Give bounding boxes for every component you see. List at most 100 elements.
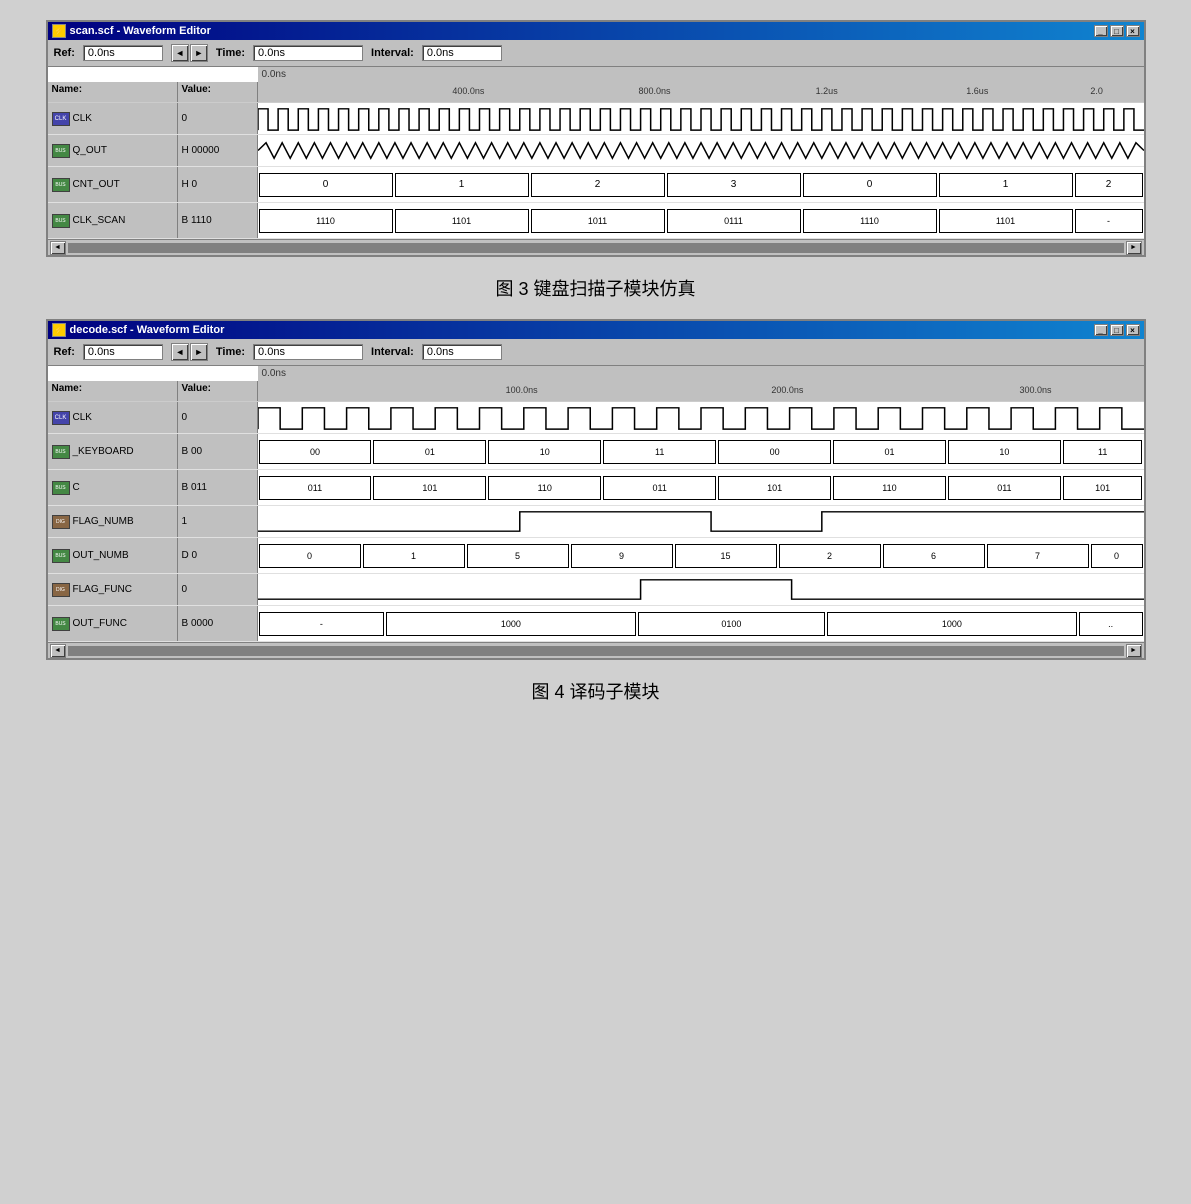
list-item: 0 bbox=[1091, 544, 1143, 568]
outnumb-name: BUS OUT_NUMB bbox=[48, 538, 178, 573]
minimize-btn-2[interactable]: _ bbox=[1094, 324, 1108, 336]
list-item: .. bbox=[1079, 612, 1143, 636]
outnumb-icon: BUS bbox=[52, 549, 70, 563]
interval-label-1: Interval: bbox=[371, 47, 414, 59]
flagnumb-icon: DIG bbox=[52, 515, 70, 529]
list-item: - bbox=[1075, 209, 1143, 233]
list-item: 3 bbox=[667, 173, 801, 197]
list-item: 1011 bbox=[531, 209, 665, 233]
title-controls-1: _ □ × bbox=[1094, 25, 1140, 37]
interval-input-2[interactable] bbox=[422, 344, 502, 360]
cntout-waveform: 0 1 2 3 0 1 2 bbox=[258, 167, 1144, 202]
maximize-btn-2[interactable]: □ bbox=[1110, 324, 1124, 336]
marker-2us: 2.0 bbox=[1090, 86, 1103, 96]
clkscan-icon: BUS bbox=[52, 214, 70, 228]
signal-rows-1: CLK CLK 0 BUS Q_OUT bbox=[48, 103, 1144, 239]
prev-btn-2[interactable]: ◄ bbox=[171, 343, 189, 361]
close-btn-1[interactable]: × bbox=[1126, 25, 1140, 37]
name-col-header-2: Name: bbox=[48, 381, 178, 401]
outnumb-value: D 0 bbox=[178, 538, 258, 573]
table-row: BUS _KEYBOARD B 00 00 01 10 11 00 01 10 bbox=[48, 434, 1144, 470]
flagfunc-name: DIG FLAG_FUNC bbox=[48, 574, 178, 605]
app-icon-2: ⚡ bbox=[52, 323, 66, 337]
clkscan-waveform: 1110 1101 1011 0111 1110 1101 - bbox=[258, 203, 1144, 238]
scroll-left-btn-1[interactable]: ◄ bbox=[50, 241, 66, 255]
flagnumb-svg bbox=[258, 506, 1144, 537]
ref-label-2: Ref: bbox=[54, 346, 75, 358]
clk-svg bbox=[258, 103, 1144, 134]
clk2-value: 0 bbox=[178, 402, 258, 433]
keyboard-waveform: 00 01 10 11 00 01 10 11 bbox=[258, 434, 1144, 469]
list-item: 2 bbox=[1075, 173, 1143, 197]
list-item: 10 bbox=[488, 440, 601, 464]
cursor-time-1: 0.0ns bbox=[258, 67, 1144, 82]
window1-title: scan.scf - Waveform Editor bbox=[70, 25, 211, 37]
prev-btn-1[interactable]: ◄ bbox=[171, 44, 189, 62]
title-controls-2: _ □ × bbox=[1094, 324, 1140, 336]
clk2-svg bbox=[258, 402, 1144, 433]
title-bar-2: ⚡ decode.scf - Waveform Editor _ □ × bbox=[48, 321, 1144, 339]
app-icon-1: ⚡ bbox=[52, 24, 66, 38]
timeline-markers-2: 100.0ns 200.0ns 300.0ns bbox=[258, 381, 1144, 401]
list-item: 1 bbox=[939, 173, 1073, 197]
list-item: 0 bbox=[259, 544, 361, 568]
scroll-left-btn-2[interactable]: ◄ bbox=[50, 644, 66, 658]
scroll-right-btn-1[interactable]: ► bbox=[1126, 241, 1142, 255]
scrollbar-2: ◄ ► bbox=[48, 642, 1144, 658]
minimize-btn-1[interactable]: _ bbox=[1094, 25, 1108, 37]
marker-100ns: 100.0ns bbox=[506, 385, 538, 395]
clk2-name: CLK CLK bbox=[48, 402, 178, 433]
c-name: BUS C bbox=[48, 470, 178, 505]
list-item: 15 bbox=[675, 544, 777, 568]
flagnumb-value: 1 bbox=[178, 506, 258, 537]
flagfunc-waveform bbox=[258, 574, 1144, 605]
name-col-header-1: Name: bbox=[48, 82, 178, 102]
scroll-track-1[interactable] bbox=[68, 243, 1124, 253]
waveform-area-1: 0.0ns Name: Value: 400.0ns 800.0ns 1.2us… bbox=[48, 67, 1144, 255]
list-item: 7 bbox=[987, 544, 1089, 568]
clk2-waveform bbox=[258, 402, 1144, 433]
outfunc-value: B 0000 bbox=[178, 606, 258, 641]
clkscan-value: B 1110 bbox=[178, 203, 258, 238]
list-item: 011 bbox=[603, 476, 716, 500]
keyboard-value: B 00 bbox=[178, 434, 258, 469]
marker-200ns: 200.0ns bbox=[771, 385, 803, 395]
next-btn-1[interactable]: ► bbox=[190, 44, 208, 62]
list-item: 0111 bbox=[667, 209, 801, 233]
outfunc-name: BUS OUT_FUNC bbox=[48, 606, 178, 641]
close-btn-2[interactable]: × bbox=[1126, 324, 1140, 336]
qout-value: H 00000 bbox=[178, 135, 258, 166]
list-item: 1110 bbox=[803, 209, 937, 233]
qout-icon: BUS bbox=[52, 144, 70, 158]
next-btn-2[interactable]: ► bbox=[190, 343, 208, 361]
list-item: 1 bbox=[395, 173, 529, 197]
timeline-markers-1: 400.0ns 800.0ns 1.2us 1.6us 2.0 bbox=[258, 82, 1144, 102]
ref-input-2[interactable] bbox=[83, 344, 163, 360]
maximize-btn-1[interactable]: □ bbox=[1110, 25, 1124, 37]
scroll-right-btn-2[interactable]: ► bbox=[1126, 644, 1142, 658]
table-row: BUS OUT_NUMB D 0 0 1 5 9 15 2 6 bbox=[48, 538, 1144, 574]
list-item: 11 bbox=[1063, 440, 1143, 464]
list-item: 011 bbox=[259, 476, 372, 500]
marker-800ns: 800.0ns bbox=[638, 86, 670, 96]
outnumb-waveform: 0 1 5 9 15 2 6 7 0 bbox=[258, 538, 1144, 573]
clkscan-bus: 1110 1101 1011 0111 1110 1101 - bbox=[258, 207, 1144, 235]
keyboard-icon: BUS bbox=[52, 445, 70, 459]
ref-input-1[interactable] bbox=[83, 45, 163, 61]
value-col-header-1: Value: bbox=[178, 82, 258, 102]
list-item: 1000 bbox=[386, 612, 635, 636]
time-input-2[interactable] bbox=[253, 344, 363, 360]
time-input-1[interactable] bbox=[253, 45, 363, 61]
table-row: DIG FLAG_NUMB 1 bbox=[48, 506, 1144, 538]
keyboard-name: BUS _KEYBOARD bbox=[48, 434, 178, 469]
value-col-header-2: Value: bbox=[178, 381, 258, 401]
table-row: DIG FLAG_FUNC 0 bbox=[48, 574, 1144, 606]
scroll-track-2[interactable] bbox=[68, 646, 1124, 656]
list-item: 11 bbox=[603, 440, 716, 464]
list-item: 9 bbox=[571, 544, 673, 568]
list-item: 110 bbox=[833, 476, 946, 500]
scrollbar-1: ◄ ► bbox=[48, 239, 1144, 255]
interval-input-1[interactable] bbox=[422, 45, 502, 61]
flagfunc-svg bbox=[258, 574, 1144, 605]
clk-waveform bbox=[258, 103, 1144, 134]
